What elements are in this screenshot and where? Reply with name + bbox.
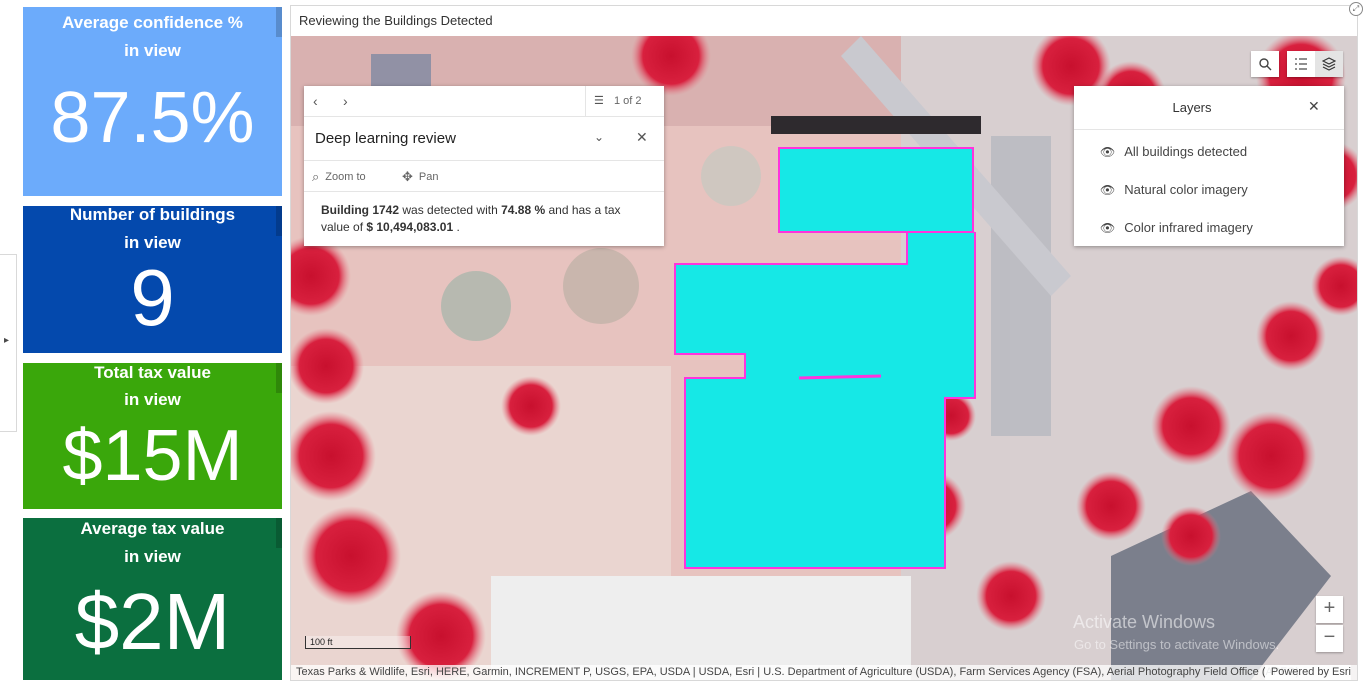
collapse-chevron-icon[interactable]: ⌄ bbox=[594, 130, 604, 144]
eye-icon[interactable]: 👁 bbox=[1100, 221, 1115, 235]
confidence-value: 74.88 % bbox=[501, 203, 546, 217]
card-average-confidence: Average confidence % in view 87.5% bbox=[23, 7, 282, 196]
pan-icon: ✥ bbox=[402, 169, 413, 184]
legend-button[interactable] bbox=[1287, 51, 1315, 77]
expand-icon[interactable]: ⤢ bbox=[1349, 2, 1363, 16]
card-average-tax: Average tax value in view $2M bbox=[23, 518, 282, 680]
feature-count-button[interactable]: ☰ 1 of 2 bbox=[585, 86, 664, 117]
feature-popup: ‹ › ☰ 1 of 2 Deep learning review ⌄ ✕ ⌕ Z… bbox=[304, 86, 664, 246]
popup-content: Building 1742 was detected with 74.88 % … bbox=[304, 192, 664, 246]
zoom-to-button[interactable]: ⌕ Zoom to bbox=[312, 169, 366, 185]
card-total-tax: Total tax value in view $15M bbox=[23, 363, 282, 509]
card-number-buildings: Number of buildings in view 9 bbox=[23, 205, 282, 353]
layers-title: Layers bbox=[1172, 100, 1212, 115]
search-button[interactable] bbox=[1251, 51, 1279, 77]
card-label: Average confidence % bbox=[62, 13, 243, 32]
search-toolbar bbox=[1251, 51, 1279, 77]
scrollbar[interactable] bbox=[276, 518, 282, 548]
scrollbar[interactable] bbox=[276, 363, 282, 393]
popup-title: Deep learning review bbox=[315, 130, 456, 147]
card-label-sub: in view bbox=[124, 547, 181, 566]
search-icon bbox=[1259, 58, 1272, 71]
close-icon[interactable]: ✕ bbox=[636, 129, 648, 146]
popup-nav: ‹ › ☰ 1 of 2 bbox=[304, 86, 664, 117]
eye-icon[interactable]: 👁 bbox=[1100, 183, 1115, 197]
watermark: Activate Windows bbox=[1073, 612, 1216, 632]
watermark-sub: Go to Settings to activate Windows. bbox=[1074, 637, 1280, 652]
panel-title: Reviewing the Buildings Detected bbox=[299, 13, 493, 28]
list-icon: ☰ bbox=[594, 95, 604, 107]
card-value: $15M bbox=[62, 416, 243, 496]
chevron-right-icon: ▸ bbox=[4, 335, 10, 346]
previous-arrow-icon[interactable]: ‹ bbox=[313, 93, 318, 109]
card-value: $2M bbox=[74, 577, 231, 666]
card-label: Average tax value bbox=[80, 519, 225, 538]
scale-bar: 100 ft bbox=[305, 636, 411, 649]
card-value: 87.5% bbox=[50, 78, 255, 158]
card-label-sub: in view bbox=[124, 390, 181, 409]
card-value: 9 bbox=[130, 253, 175, 342]
legend-icon bbox=[1295, 58, 1307, 70]
zoom-out-button[interactable]: − bbox=[1316, 625, 1343, 652]
next-arrow-icon[interactable]: › bbox=[343, 93, 348, 109]
attribution: Texas Parks & Wildlife, Esri, HERE, Garm… bbox=[291, 665, 1357, 680]
card-label: Number of buildings bbox=[69, 205, 236, 224]
popup-text: . bbox=[453, 220, 460, 234]
feature-count: 1 of 2 bbox=[614, 95, 642, 107]
pan-button[interactable]: ✥ Pan bbox=[402, 169, 438, 185]
building-id: Building 1742 bbox=[321, 203, 400, 217]
zoom-in-button[interactable]: + bbox=[1316, 596, 1343, 623]
layers-panel: Layers ✕ 👁 All buildings detected 👁 Natu… bbox=[1074, 86, 1344, 246]
layer-label: Natural color imagery bbox=[1124, 182, 1248, 197]
tax-value: $ 10,494,083.01 bbox=[366, 220, 454, 234]
pan-label: Pan bbox=[418, 171, 439, 183]
close-icon[interactable]: ✕ bbox=[1308, 98, 1320, 115]
zoom-to-icon: ⌕ bbox=[312, 169, 320, 184]
card-label: Total tax value bbox=[94, 363, 211, 382]
sidebar-toggle[interactable]: ▸ bbox=[0, 254, 17, 432]
layer-item[interactable]: 👁 Natural color imagery bbox=[1100, 182, 1248, 197]
widget-toolbar bbox=[1287, 51, 1343, 77]
layer-label: Color infrared imagery bbox=[1124, 220, 1253, 235]
scrollbar[interactable] bbox=[276, 7, 282, 37]
attribution-text: Texas Parks & Wildlife, Esri, HERE, Garm… bbox=[296, 666, 1309, 678]
card-label-sub: in view bbox=[124, 41, 181, 60]
popup-text: was detected with bbox=[399, 203, 502, 217]
layer-label: All buildings detected bbox=[1124, 144, 1248, 159]
scrollbar[interactable] bbox=[276, 206, 282, 236]
layer-item[interactable]: 👁 Color infrared imagery bbox=[1100, 220, 1253, 235]
layers-icon bbox=[1322, 57, 1336, 71]
layers-button[interactable] bbox=[1315, 51, 1343, 77]
powered-by[interactable]: Powered by Esri bbox=[1264, 665, 1351, 680]
zoom-to-label: Zoom to bbox=[325, 171, 366, 183]
layer-item[interactable]: 👁 All buildings detected bbox=[1100, 144, 1247, 159]
eye-icon[interactable]: 👁 bbox=[1100, 145, 1115, 159]
